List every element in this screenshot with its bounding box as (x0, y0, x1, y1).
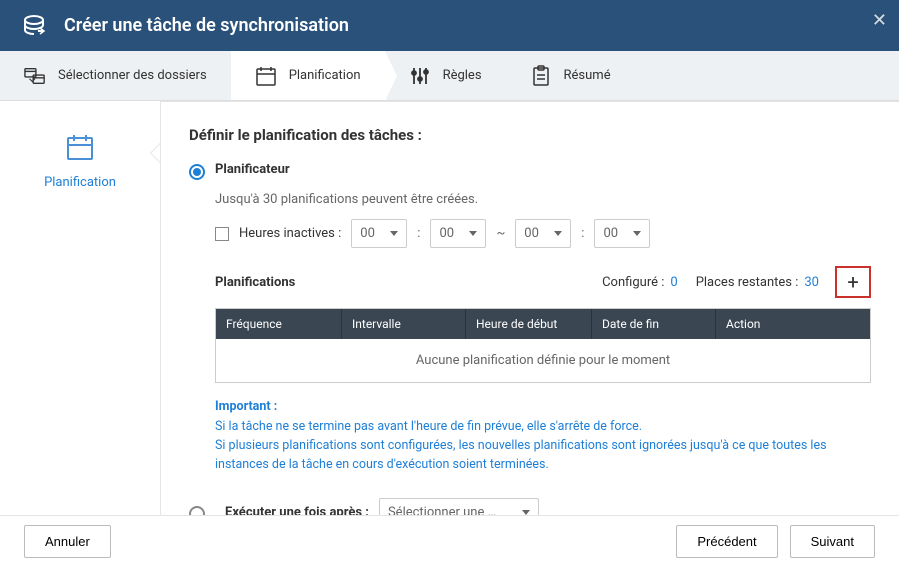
inactive-hours-label: Heures inactives : (239, 226, 341, 241)
important-line: Si plusieurs planifications sont configu… (215, 437, 871, 475)
min-start-select[interactable]: 00 (430, 219, 486, 248)
cancel-button[interactable]: Annuler (24, 525, 111, 558)
planning-title: Planifications (215, 275, 295, 290)
previous-button[interactable]: Précédent (676, 525, 777, 558)
step-bar: Sélectionner des dossiers Planification … (0, 51, 899, 101)
chevron-down-icon (554, 231, 562, 236)
sliders-icon (409, 65, 431, 87)
step-label: Planification (289, 68, 361, 83)
step-folders[interactable]: Sélectionner des dossiers (0, 51, 231, 100)
schedule-table: Fréquence Intervalle Heure de début Date… (215, 308, 871, 383)
sync-icon (16, 8, 52, 44)
remaining-label: Places restantes : (696, 275, 799, 290)
col-frequency: Fréquence (216, 309, 342, 339)
radio-scheduler[interactable] (189, 164, 205, 180)
step-rules[interactable]: Règles (385, 51, 506, 100)
chevron-down-icon (469, 231, 477, 236)
chevron-down-icon (390, 231, 398, 236)
configured-value: 0 (670, 275, 677, 290)
col-start: Heure de début (466, 309, 592, 339)
col-interval: Intervalle (342, 309, 466, 339)
add-schedule-button[interactable]: + (835, 266, 871, 298)
step-summary[interactable]: Résumé (506, 51, 635, 100)
configured-label: Configuré : (602, 275, 664, 290)
min-end-select[interactable]: 00 (594, 219, 650, 248)
calendar-large-icon (64, 131, 96, 163)
footer: Annuler Précédent Suivant (0, 515, 899, 567)
hour-start-select[interactable]: 00 (351, 219, 407, 248)
scheduler-desc: Jusqu'à 30 planifications peuvent être c… (215, 192, 871, 207)
remaining-value: 30 (804, 275, 819, 290)
sidebar-label: Planification (0, 175, 160, 190)
step-label: Résumé (564, 68, 611, 83)
sidebar: Planification (0, 101, 160, 515)
run-once-label: Exécuter une fois après : (225, 505, 369, 515)
titlebar: Créer une tâche de synchronisation ✕ (0, 0, 899, 51)
close-icon[interactable]: ✕ (872, 10, 887, 31)
scheduler-label: Planificateur (215, 162, 290, 177)
chevron-down-icon (633, 231, 641, 236)
calendar-icon (255, 65, 277, 87)
step-label: Règles (443, 68, 482, 83)
run-once-select[interactable]: Sélectionner une … (379, 498, 539, 515)
section-title: Définir le planification des tâches : (189, 126, 871, 144)
window-title: Créer une tâche de synchronisation (64, 15, 349, 36)
summary-icon (530, 65, 552, 87)
table-empty: Aucune planification définie pour le mom… (216, 339, 870, 382)
col-end: Date de fin (592, 309, 716, 339)
main-panel: Définir le planification des tâches : Pl… (160, 101, 899, 515)
inactive-hours-checkbox[interactable] (215, 227, 229, 241)
important-title: Important : (215, 399, 871, 414)
radio-run-once[interactable] (189, 506, 205, 515)
step-schedule[interactable]: Planification (231, 51, 385, 100)
important-line: Si la tâche ne se termine pas avant l'he… (215, 418, 871, 437)
step-label: Sélectionner des dossiers (58, 68, 207, 83)
folders-icon (24, 65, 46, 87)
col-action: Action (716, 309, 870, 339)
next-button[interactable]: Suivant (790, 525, 875, 558)
hour-end-select[interactable]: 00 (515, 219, 571, 248)
